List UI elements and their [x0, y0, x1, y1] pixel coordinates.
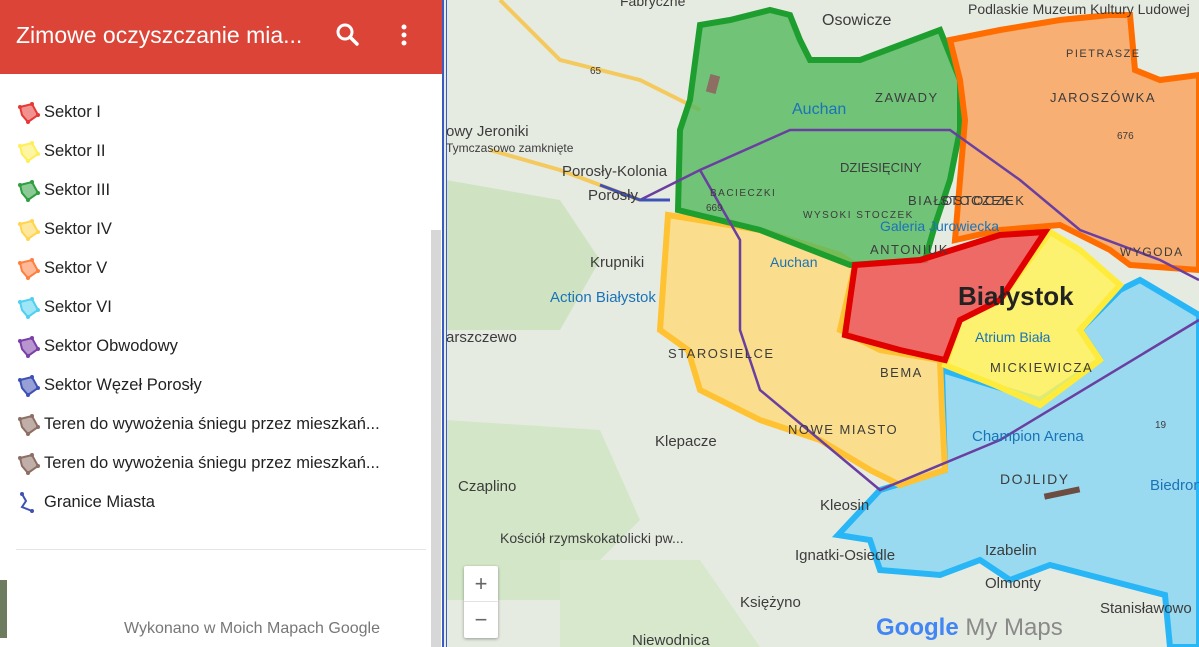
map-place-label: Biedronka	[1150, 477, 1199, 494]
map-title[interactable]: Zimowe oczyszczanie mia...	[16, 22, 326, 49]
map-place-label: arszczewo	[446, 329, 517, 346]
map-place-label: Porosły-Kolonia	[562, 163, 668, 180]
polygon-icon	[16, 374, 42, 398]
polygon-icon	[16, 413, 42, 437]
scrollbar[interactable]	[431, 230, 441, 647]
legend-item[interactable]: Sektor II	[0, 132, 430, 171]
map-svg: Fabryczne Osowicze Podlaskie Muzeum Kultur…	[446, 0, 1199, 647]
map-place-label: Champion Arena	[972, 428, 1084, 445]
map-place-label: JAROSZÓWKA	[1050, 90, 1156, 105]
map-place-label: 19	[1155, 420, 1167, 431]
legend-item-label: Sektor VI	[44, 298, 112, 316]
map-place-label: Atrium Biała	[975, 329, 1051, 345]
my-maps-text: My Maps	[965, 614, 1063, 641]
polygon-icon	[16, 296, 42, 320]
map-place-label: BACIECZKI	[710, 188, 776, 199]
legend-item-label: Sektor V	[44, 259, 108, 277]
thumbnail-strip	[0, 580, 7, 638]
google-logo-text: Google	[876, 614, 959, 641]
map-place-label: 669	[706, 203, 723, 214]
legend-item-label: Sektor Obwodowy	[44, 337, 178, 355]
zoom-in-button[interactable]: +	[464, 566, 498, 602]
legend-item[interactable]: Sektor Obwodowy	[0, 327, 430, 366]
polygon-icon	[16, 101, 42, 125]
legend-item[interactable]: Sektor IV	[0, 210, 430, 249]
legend-item-label: Sektor II	[44, 142, 106, 160]
map-place-label: Niewodnica	[632, 632, 710, 647]
map-place-label: Kościół rzymskokatolicki pw...	[500, 530, 684, 546]
map-place-label: 676	[1117, 131, 1134, 142]
zoom-out-button[interactable]: −	[464, 602, 498, 637]
legend-item-label: Sektor IV	[44, 220, 112, 238]
legend-item[interactable]: Sektor VI	[0, 288, 430, 327]
sidebar: Zimowe oczyszczanie mia... Sektor I Sekto…	[0, 0, 444, 647]
legend-item[interactable]: Teren do wywożenia śniegu przez mieszkań…	[0, 405, 430, 444]
polygon-icon	[16, 335, 42, 359]
map-place-label: ANTONIUK	[870, 242, 949, 257]
map-place-label: Izabelin	[985, 542, 1037, 559]
header-bar: Zimowe oczyszczanie mia...	[0, 0, 442, 74]
map-canvas[interactable]: Fabryczne Osowicze Podlaskie Muzeum Kultur…	[446, 0, 1199, 647]
map-place-label: Action Białystok	[550, 289, 656, 306]
legend-item-label: Sektor I	[44, 103, 101, 121]
map-place-label: Czaplino	[458, 478, 516, 495]
map-place-label: PIETRASZE	[1066, 48, 1141, 60]
map-place-label: Krupniki	[590, 254, 644, 271]
map-place-label: Olmonty	[985, 575, 1041, 592]
map-place-label: Księżyno	[740, 594, 801, 611]
map-place-label: DZIESIĘCINY	[840, 160, 922, 175]
map-place-label: Porosły	[588, 187, 639, 204]
polygon-icon	[16, 452, 42, 476]
map-place-label: WYGODA	[1120, 245, 1184, 259]
map-place-label: Auchan	[792, 101, 846, 118]
map-place-label: NOWE MIASTO	[788, 422, 898, 437]
map-place-label: 65	[590, 66, 602, 77]
map-place-label: Podlaskie Muzeum Kultury Ludowej	[968, 1, 1190, 17]
map-place-label: Klepacze	[655, 433, 717, 450]
zoom-control: + −	[464, 566, 498, 638]
legend-item[interactable]: Sektor V	[0, 249, 430, 288]
polygon-icon	[16, 179, 42, 203]
legend-item[interactable]: Sektor Węzeł Porosły	[0, 366, 430, 405]
legend-item-label: Sektor III	[44, 181, 111, 199]
map-place-label: owy Jeroniki	[446, 123, 529, 140]
footer-credit[interactable]: Wykonano w Moich Mapach Google	[124, 620, 380, 638]
polygon-icon	[16, 218, 42, 242]
divider	[16, 549, 426, 550]
legend-item[interactable]: Sektor III	[0, 171, 430, 210]
map-place-label: Ignatki-Osiedle	[795, 547, 895, 564]
map-place-label: Stanisławowo	[1100, 600, 1192, 617]
map-place-label: Białystok	[958, 281, 1074, 311]
map-place-label: Kleosin	[820, 497, 869, 514]
legend-list: Sektor I Sektor II Sektor III Sektor IV Sekt…	[0, 93, 430, 522]
polygon-icon	[16, 140, 42, 164]
map-place-label: BIAŁOSTOCZEK	[908, 193, 1025, 208]
google-my-maps-logo: Google My Maps	[876, 614, 1063, 642]
map-place-label: ZAWADY	[875, 90, 939, 105]
legend-item-label: Teren do wywożenia śniegu przez mieszkań…	[44, 415, 380, 433]
map-place-label: Osowicze	[822, 12, 891, 29]
legend-item-label: Sektor Węzeł Porosły	[44, 376, 202, 394]
legend-item-label: Granice Miasta	[44, 493, 155, 511]
map-place-label: STAROSIELCE	[668, 346, 775, 361]
map-place-label: MICKIEWICZA	[990, 360, 1093, 375]
map-place-label: Fabryczne	[620, 0, 686, 9]
search-icon[interactable]	[333, 20, 363, 50]
map-place-label: DOJLIDY	[1000, 471, 1070, 487]
polygon-icon	[16, 257, 42, 281]
map-place-label: Auchan	[770, 254, 817, 270]
legend-item[interactable]: Granice Miasta	[0, 483, 430, 522]
map-place-label: Galeria Jurowiecka	[880, 218, 999, 234]
line-icon	[16, 491, 42, 515]
legend-item-label: Teren do wywożenia śniegu przez mieszkań…	[44, 454, 380, 472]
map-place-label: Tymczasowo zamknięte	[446, 141, 574, 155]
legend-item[interactable]: Sektor I	[0, 93, 430, 132]
legend-item[interactable]: Teren do wywożenia śniegu przez mieszkań…	[0, 444, 430, 483]
more-vert-icon[interactable]	[392, 20, 416, 50]
map-place-label: BEMA	[880, 365, 923, 380]
